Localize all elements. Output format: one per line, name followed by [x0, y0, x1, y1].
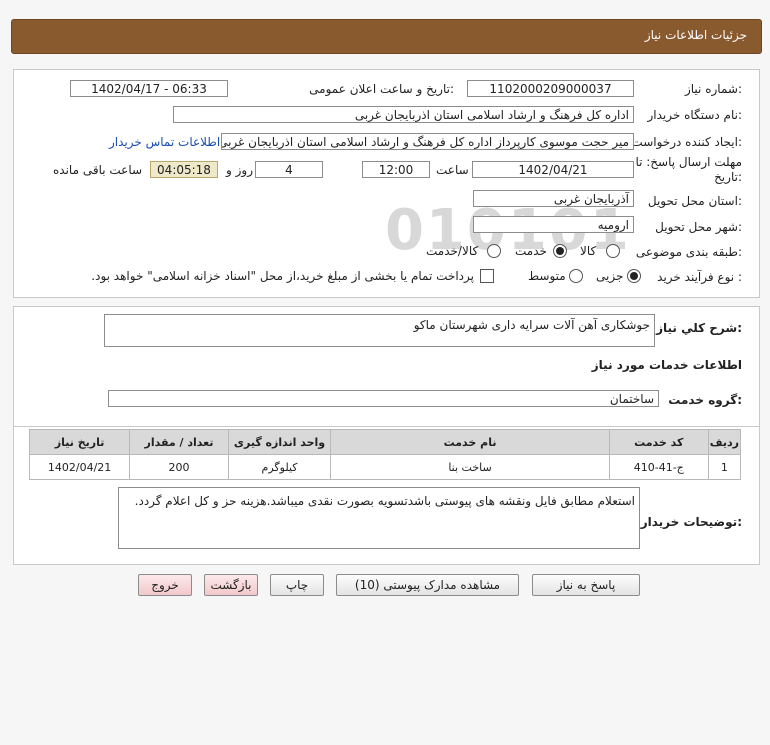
remaining-time-label: ساعت باقی مانده — [53, 163, 143, 177]
service-group-label: گروه خدمت: — [668, 393, 742, 407]
treasury-payment-label: پرداخت تمام یا بخشی از مبلغ خرید،از محل … — [91, 269, 474, 283]
announce-datetime-field: 1402/04/17 - 06:33 — [70, 80, 228, 97]
city-label: شهر محل تحویل: — [655, 220, 742, 234]
col-row-header: ردیف — [707, 429, 742, 455]
process-type-label: نوع فرآیند خرید : — [657, 270, 742, 284]
category-goods-radio[interactable] — [606, 244, 620, 258]
days-label: روز و — [226, 163, 253, 177]
col-qty-header: تعداد / مقدار — [129, 429, 229, 455]
remaining-time-field: 04:05:18 — [150, 161, 218, 178]
description-field: جوشکاری آهن آلات سرایه داری شهرستان ماکو — [104, 314, 655, 347]
category-goods-service-label: کالا/خدمت — [426, 244, 479, 258]
deadline-time-label: ساعت — [436, 163, 469, 177]
category-service-label: خدمت — [515, 244, 547, 258]
province-field: آذربایجان غربی — [473, 190, 634, 207]
col-code-header: کد خدمت — [608, 429, 709, 455]
page-header: جزئیات اطلاعات نیاز — [11, 19, 762, 54]
category-service-radio[interactable] — [553, 244, 567, 258]
process-medium-label: متوسط — [528, 269, 566, 283]
cell-unit: کیلوگرم — [227, 454, 332, 480]
need-number-label: شماره نیاز: — [684, 82, 742, 96]
category-label: طبقه بندی موضوعی: — [635, 245, 742, 259]
cell-row: 1 — [707, 454, 742, 480]
need-number-field: 1102000209000037 — [467, 80, 634, 97]
cell-name: ساخت بنا — [330, 454, 610, 480]
buyer-notes-label: توضیحات خریدار: — [640, 515, 742, 529]
treasury-payment-checkbox[interactable] — [480, 269, 494, 283]
announce-label: تاریخ و ساعت اعلان عمومی: — [309, 82, 454, 96]
services-section-title: اطلاعات خدمات مورد نیاز — [591, 358, 742, 372]
process-medium-radio[interactable] — [569, 269, 583, 283]
col-unit-header: واحد اندازه گیری — [227, 429, 332, 455]
need-info-panel — [13, 69, 760, 298]
cell-code: ج-41-410 — [608, 454, 709, 480]
description-label: شرح کلي نياز: — [656, 321, 742, 335]
exit-button[interactable]: خروج — [138, 574, 192, 596]
respond-button[interactable]: پاسخ به نیاز — [532, 574, 640, 596]
process-minor-label: جزیی — [596, 269, 624, 283]
deadline-date-field: 1402/04/21 — [472, 161, 634, 178]
cell-date: 1402/04/21 — [28, 454, 131, 480]
table-row: 1402/04/21 200 کیلوگرم ساخت بنا ج-41-410… — [28, 454, 742, 480]
service-group-field: ساختمان — [108, 390, 659, 407]
cell-qty: 200 — [129, 454, 229, 480]
requester-field: میر حجت موسوی کارپرداز اداره کل فرهنگ و … — [221, 133, 634, 150]
buyer-contact-link[interactable]: اطلاعات تماس خریدار — [109, 135, 220, 149]
requester-label: ایجاد کننده درخواست: — [631, 135, 742, 149]
services-table: تاریخ نیاز تعداد / مقدار واحد اندازه گیر… — [28, 429, 742, 480]
process-minor-radio[interactable] — [627, 269, 641, 283]
col-name-header: نام خدمت — [330, 429, 610, 455]
province-label: استان محل تحویل: — [647, 194, 742, 208]
days-remaining-field: 4 — [255, 161, 323, 178]
deadline-time-field: 12:00 — [362, 161, 430, 178]
page-title: جزئیات اطلاعات نیاز — [644, 28, 747, 42]
deadline-label-line1: مهلت ارسال پاسخ: تا — [635, 155, 742, 169]
buyer-org-field: اداره کل فرهنگ و ارشاد اسلامی استان اذرب… — [173, 106, 634, 123]
back-button[interactable]: بازگشت — [204, 574, 258, 596]
attachments-button[interactable]: مشاهده مدارک پیوستی (10) — [336, 574, 519, 596]
category-goods-service-radio[interactable] — [487, 244, 501, 258]
city-field: ارومیه — [473, 216, 634, 233]
print-button[interactable]: چاپ — [270, 574, 324, 596]
col-date-header: تاریخ نیاز — [28, 429, 131, 455]
buyer-org-label: نام دستگاه خریدار: — [647, 108, 743, 122]
deadline-label-line2: تاریخ: — [714, 170, 742, 184]
category-goods-label: کالا — [580, 244, 597, 258]
buyer-notes-field: استعلام مطابق فایل ونقشه های پیوستی باشد… — [118, 487, 640, 549]
